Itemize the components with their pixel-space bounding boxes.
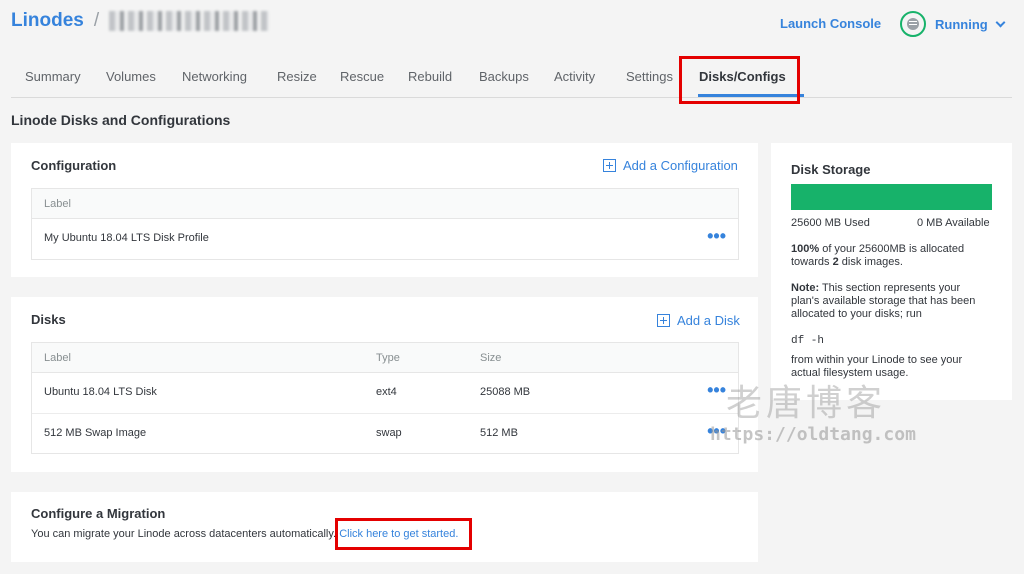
disks-table: Label Type Size Ubuntu 18.04 LTS Disk ex… (31, 342, 739, 454)
breadcrumb: Linodes / (11, 10, 270, 32)
disk-storage-title: Disk Storage (791, 162, 871, 177)
tab-rebuild[interactable]: Rebuild (408, 69, 452, 84)
df-command: df -h (791, 335, 825, 347)
linode-name-redacted (109, 11, 270, 31)
active-tab-highlight-box (679, 56, 800, 104)
allocation-percent: 100% (791, 243, 820, 255)
tab-bar: Summary Volumes Networking Resize Rescue… (11, 56, 1012, 98)
storage-note: Note: This section represents your plan'… (791, 282, 1006, 321)
tab-networking[interactable]: Networking (182, 69, 247, 84)
configuration-table: Label My Ubuntu 18.04 LTS Disk Profile •… (31, 188, 739, 260)
after-text-1: from within your Linode to see your (791, 354, 963, 366)
storage-available-label: 0 MB Available (917, 217, 990, 229)
tab-summary[interactable]: Summary (25, 69, 81, 84)
disk-type-cell: ext4 (376, 386, 397, 398)
chevron-down-icon (995, 17, 1006, 27)
breadcrumb-separator: / (93, 10, 100, 31)
launch-console-button[interactable]: Launch Console (780, 16, 881, 31)
storage-allocation-text: 100% of your 25600MB is allocated toward… (791, 243, 1001, 269)
storage-used-label: 25600 MB Used (791, 217, 870, 229)
note-text-2: plan's available storage that has been (791, 295, 976, 307)
allocation-text-2a: towards (791, 256, 833, 268)
tab-resize[interactable]: Resize (277, 69, 317, 84)
table-row: 512 MB Swap Image swap 512 MB ••• (32, 414, 738, 455)
disk-size-cell: 512 MB (480, 427, 518, 439)
more-actions-icon[interactable]: ••• (707, 422, 726, 440)
table-header: Label (32, 189, 738, 219)
server-status-icon (900, 11, 926, 37)
status-label: Running (935, 16, 988, 32)
migration-link-highlight-box (335, 518, 472, 550)
allocation-text-1: of your 25600MB is allocated (819, 243, 965, 255)
table-row: Ubuntu 18.04 LTS Disk ext4 25088 MB ••• (32, 373, 738, 414)
tab-volumes[interactable]: Volumes (106, 69, 156, 84)
migration-title: Configure a Migration (31, 506, 166, 521)
table-header: Label Type Size (32, 343, 738, 373)
column-label: Label (44, 352, 71, 364)
page-title: Linode Disks and Configurations (11, 112, 231, 128)
configuration-title: Configuration (31, 158, 117, 173)
configuration-card: Configuration Add a Configuration Label … (11, 143, 758, 277)
note-label: Note: (791, 282, 820, 294)
storage-after-text: from within your Linode to see your actu… (791, 354, 1006, 380)
disk-label-cell: 512 MB Swap Image (44, 427, 147, 439)
disks-title: Disks (31, 312, 66, 327)
add-disk-button[interactable]: Add a Disk (657, 313, 740, 328)
disks-card: Disks Add a Disk Label Type Size Ubuntu … (11, 297, 758, 472)
disk-storage-card: Disk Storage 25600 MB Used 0 MB Availabl… (771, 143, 1012, 400)
disk-type-cell: swap (376, 427, 402, 439)
after-text-2: actual filesystem usage. (791, 367, 909, 379)
note-text-3: allocated to your disks; run (791, 308, 922, 320)
column-size: Size (480, 352, 502, 364)
plus-icon (603, 159, 616, 172)
disk-label-cell: Ubuntu 18.04 LTS Disk (44, 386, 157, 398)
plus-icon (657, 314, 670, 327)
breadcrumb-linodes-link[interactable]: Linodes (11, 10, 84, 32)
disk-size-cell: 25088 MB (480, 386, 531, 398)
allocation-text-2b: disk images. (838, 256, 903, 268)
column-label: Label (44, 198, 71, 210)
more-actions-icon[interactable]: ••• (707, 227, 726, 245)
storage-usage-bar (791, 184, 992, 210)
top-bar: Linodes / Launch Console Running (0, 0, 1024, 52)
column-type: Type (376, 352, 400, 364)
add-configuration-label: Add a Configuration (623, 158, 738, 173)
tab-activity[interactable]: Activity (554, 69, 595, 84)
table-row: My Ubuntu 18.04 LTS Disk Profile ••• (32, 219, 738, 260)
tab-backups[interactable]: Backups (479, 69, 529, 84)
add-configuration-button[interactable]: Add a Configuration (603, 158, 738, 173)
migration-text: You can migrate your Linode across datac… (31, 528, 337, 540)
config-label-cell: My Ubuntu 18.04 LTS Disk Profile (44, 232, 209, 244)
status-menu[interactable]: Running (900, 11, 1006, 37)
tab-rescue[interactable]: Rescue (340, 69, 384, 84)
more-actions-icon[interactable]: ••• (707, 381, 726, 399)
note-text-1: This section represents your (819, 282, 961, 294)
add-disk-label: Add a Disk (677, 313, 740, 328)
tab-settings[interactable]: Settings (626, 69, 673, 84)
